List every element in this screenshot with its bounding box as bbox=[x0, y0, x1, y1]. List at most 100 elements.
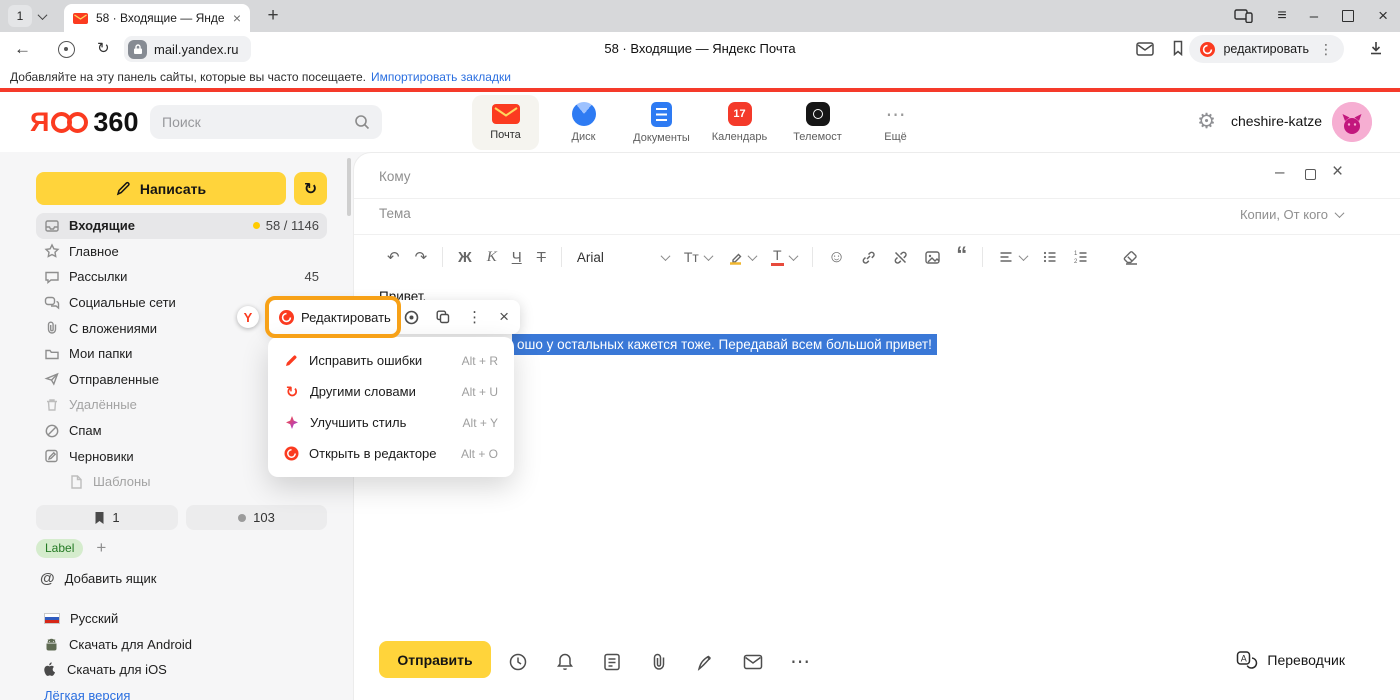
devices-sync-icon[interactable] bbox=[1234, 9, 1253, 23]
copy-icon[interactable] bbox=[436, 310, 450, 324]
gpt-edit-button[interactable]: Редактировать bbox=[279, 310, 391, 325]
close-window-icon[interactable]: × bbox=[1378, 6, 1388, 26]
gear-icon[interactable]: ⚙ bbox=[1197, 109, 1216, 134]
schedule-send-icon[interactable] bbox=[508, 652, 528, 672]
back-icon[interactable]: ← bbox=[14, 39, 31, 59]
download-ios-link[interactable]: Скачать для iOS bbox=[44, 661, 192, 678]
bullet-list-icon[interactable] bbox=[1042, 249, 1058, 265]
align-button[interactable] bbox=[998, 249, 1027, 265]
menu-item-improve-style[interactable]: Улучшить стиль Alt + Y bbox=[268, 407, 514, 438]
folder-inbox[interactable]: Входящие 58 / 1146 bbox=[36, 213, 327, 239]
italic-button[interactable]: К bbox=[487, 249, 497, 266]
font-family-select[interactable]: Arial bbox=[577, 250, 669, 265]
underline-button[interactable]: Ч bbox=[512, 249, 522, 266]
browser-tab[interactable]: 58 · Входящие — Янде × bbox=[64, 4, 250, 32]
insert-image-icon[interactable] bbox=[924, 249, 941, 266]
yandex-assistant-badge[interactable]: Y bbox=[237, 306, 259, 328]
voice-assistant-icon[interactable] bbox=[58, 41, 75, 58]
bookmarks-flag-icon[interactable] bbox=[1172, 40, 1184, 56]
app-disk[interactable]: Диск bbox=[550, 95, 617, 150]
to-field[interactable]: Кому bbox=[379, 169, 411, 184]
refresh-icon[interactable]: ↻ bbox=[97, 39, 110, 57]
text-color-button[interactable]: Т bbox=[771, 248, 797, 266]
downloads-icon[interactable] bbox=[1368, 40, 1384, 56]
attach-file-icon[interactable] bbox=[649, 652, 669, 672]
folder-newsletters[interactable]: Рассылки 45 bbox=[36, 264, 327, 290]
reminder-bell-icon[interactable] bbox=[555, 652, 575, 672]
translator-icon: А bbox=[1236, 650, 1258, 670]
menu-item-fix-errors[interactable]: Исправить ошибки Alt + R bbox=[268, 345, 514, 376]
tab-counter[interactable]: 1 bbox=[8, 5, 46, 27]
envelope-icon[interactable] bbox=[743, 654, 763, 670]
add-mailbox-button[interactable]: @ Добавить ящик bbox=[40, 570, 156, 587]
light-version-link[interactable]: Лёгкая версия bbox=[44, 687, 192, 700]
tab-counter-value[interactable]: 1 bbox=[8, 5, 32, 27]
app-mail[interactable]: Почта bbox=[472, 95, 539, 150]
app-telemost[interactable]: Телемост bbox=[784, 95, 851, 150]
redo-icon[interactable]: ↷ bbox=[415, 248, 428, 266]
tab-close-icon[interactable]: × bbox=[233, 10, 241, 26]
language-selector[interactable]: Русский bbox=[44, 610, 192, 627]
add-label-icon[interactable]: + bbox=[96, 538, 106, 558]
bookmarked-filter[interactable]: 1 bbox=[36, 505, 178, 530]
signature-pen-icon[interactable] bbox=[696, 652, 716, 672]
download-android-link[interactable]: Скачать для Android bbox=[44, 636, 192, 653]
minimize-compose-icon[interactable]: – bbox=[1275, 162, 1284, 182]
unlink-icon[interactable] bbox=[892, 249, 909, 266]
link-icon[interactable] bbox=[860, 249, 877, 266]
more-vertical-icon[interactable]: ⋮ bbox=[1319, 41, 1333, 58]
font-size-select[interactable]: Тт bbox=[684, 249, 712, 265]
cc-from-toggle[interactable]: Копии, От кого bbox=[1240, 207, 1343, 222]
svg-text:А: А bbox=[1241, 654, 1247, 664]
selected-text[interactable]: ошо у остальных кажется тоже. Передавай … bbox=[512, 334, 937, 355]
close-popup-icon[interactable]: × bbox=[499, 307, 509, 327]
refresh-mail-button[interactable]: ↻ bbox=[294, 172, 327, 205]
import-bookmarks-link[interactable]: Импортировать закладки bbox=[371, 70, 511, 84]
close-compose-icon[interactable]: × bbox=[1332, 161, 1343, 183]
emoji-icon[interactable]: ☺ bbox=[828, 247, 845, 267]
mail-notification-icon[interactable] bbox=[1136, 42, 1154, 56]
browser-menu-icon[interactable]: ≡ bbox=[1277, 7, 1285, 25]
note-icon[interactable] bbox=[602, 652, 622, 672]
app-more[interactable]: ⋯ Ещё bbox=[862, 95, 929, 150]
unread-filter[interactable]: 103 bbox=[186, 505, 327, 530]
yandex-360-logo[interactable]: Я 360 bbox=[30, 107, 138, 138]
more-vertical-icon[interactable]: ⋮ bbox=[467, 308, 482, 326]
more-options-icon[interactable]: ⋯ bbox=[790, 649, 810, 674]
highlight-color-button[interactable] bbox=[727, 249, 756, 265]
username[interactable]: cheshire-katze bbox=[1231, 113, 1322, 129]
menu-item-rephrase[interactable]: ↻ Другими словами Alt + U bbox=[268, 376, 514, 407]
eraser-icon[interactable] bbox=[1122, 249, 1139, 266]
gpt-edit-label: Редактировать bbox=[301, 310, 391, 325]
search-input[interactable]: Поиск bbox=[150, 105, 382, 139]
new-tab-button[interactable]: + bbox=[260, 3, 286, 29]
chevron-down-icon[interactable] bbox=[38, 10, 48, 20]
folder-main[interactable]: Главное bbox=[36, 239, 327, 265]
compose-button[interactable]: Написать bbox=[36, 172, 286, 205]
menu-shortcut: Alt + U bbox=[462, 385, 498, 399]
avatar[interactable] bbox=[1332, 102, 1372, 142]
sidebar-scrollbar[interactable] bbox=[347, 158, 351, 216]
app-documents[interactable]: Документы bbox=[628, 95, 695, 150]
subject-field[interactable]: Тема bbox=[379, 206, 411, 221]
translator-button[interactable]: А Переводчик bbox=[1236, 650, 1345, 670]
search-icon[interactable] bbox=[354, 114, 370, 130]
bold-button[interactable]: Ж bbox=[458, 249, 472, 266]
undo-icon[interactable]: ↶ bbox=[387, 248, 400, 266]
menu-item-open-in-editor[interactable]: Открыть в редакторе Alt + O bbox=[268, 438, 514, 469]
minimize-window-icon[interactable]: – bbox=[1310, 8, 1318, 25]
send-button[interactable]: Отправить bbox=[379, 641, 491, 678]
chevron-down-icon bbox=[1019, 251, 1029, 261]
gpt-editor-extension-button[interactable]: редактировать ⋮ bbox=[1189, 35, 1344, 63]
url-field[interactable]: mail.yandex.ru bbox=[124, 36, 251, 62]
app-calendar[interactable]: 17 Календарь bbox=[706, 95, 773, 150]
label-chip[interactable]: Label bbox=[36, 539, 83, 558]
expand-compose-icon[interactable] bbox=[1305, 169, 1316, 180]
alice-icon[interactable] bbox=[404, 310, 419, 325]
maximize-window-icon[interactable] bbox=[1342, 10, 1354, 22]
quote-icon[interactable]: “ bbox=[956, 250, 967, 264]
paper-plane-icon bbox=[44, 371, 60, 387]
strikethrough-button[interactable]: Т bbox=[537, 249, 546, 266]
numbered-list-icon[interactable]: 12 bbox=[1073, 249, 1089, 265]
lock-icon[interactable] bbox=[128, 40, 147, 59]
